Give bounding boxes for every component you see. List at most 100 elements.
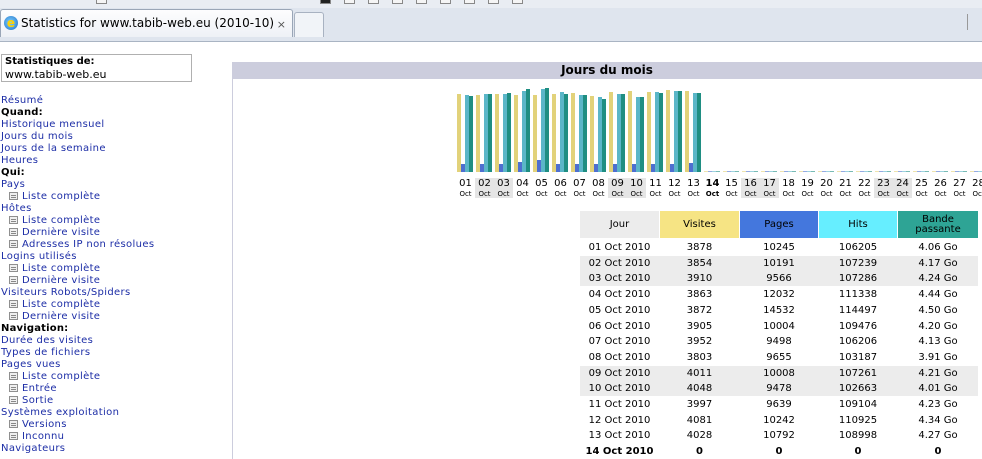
sidebar-item[interactable]: Versions [1, 419, 221, 431]
sidebar-item[interactable]: Inconnu [1, 431, 221, 443]
cell-jour: 07 Oct 2010 [588, 336, 651, 348]
sidebar-item[interactable]: Logins utilisés [1, 251, 221, 263]
browser-tab[interactable]: e Statistics for www.tabib-web.eu (2010-… [0, 9, 293, 37]
cell-pages: 10008 [763, 367, 795, 379]
sidebar-item-label: Logins utilisés [1, 251, 77, 262]
toolbar-strip [0, 0, 982, 8]
cell-visites: 4011 [686, 367, 713, 379]
sidebar-item-label: Liste complète [22, 215, 101, 226]
table-row: 10 Oct 2010 4048 9478 102663 4.01 Go [580, 381, 978, 397]
sidebar-item[interactable]: Dernière visite [1, 227, 221, 239]
cell-visites: 3905 [686, 320, 713, 332]
cell-bande: 4.13 Go [918, 336, 958, 348]
cell-visites: 3878 [686, 242, 713, 253]
sidebar-item[interactable]: Entrée [1, 383, 221, 395]
sidebar-item-label: Liste complète [22, 191, 101, 202]
sidebar-item-label: Dernière visite [22, 275, 101, 286]
sidebar-item[interactable]: Liste complète [1, 371, 221, 383]
sidebar-item[interactable]: Pays [1, 179, 221, 191]
sidebar-item-label: Dernière visite [22, 227, 101, 238]
header-bande: Bande passante [898, 211, 978, 238]
list-page-icon [9, 384, 18, 392]
sidebar-item[interactable]: Dernière visite [1, 275, 221, 287]
sidebar-item-label: Entrée [22, 383, 57, 394]
sidebar-item[interactable]: Hôtes [1, 203, 221, 215]
list-page-icon [9, 312, 18, 320]
cell-pages: 10191 [763, 257, 795, 269]
header-jour: Jour [580, 211, 659, 238]
cell-bande: 4.21 Go [918, 367, 958, 379]
tab-close-icon[interactable]: × [277, 11, 286, 38]
sidebar-item[interactable]: Résumé [1, 95, 221, 107]
header-visites: Visites [660, 211, 739, 238]
cell-pages: 9639 [766, 399, 792, 410]
sidebar-item[interactable]: Navigateurs [1, 443, 221, 455]
cell-jour: 01 Oct 2010 [588, 242, 651, 253]
sidebar-item-label: Hôtes [1, 203, 32, 214]
cell-visites: 4081 [686, 414, 713, 426]
browser-chrome: e Statistics for www.tabib-web.eu (2010-… [0, 0, 982, 42]
sidebar-item[interactable]: Dernière visite [1, 311, 221, 323]
cell-pages: 12032 [763, 289, 795, 301]
cell-pages: 9478 [766, 383, 792, 395]
cell-bande: 4.44 Go [918, 289, 958, 301]
sidebar-item[interactable]: Liste complète [1, 191, 221, 203]
table-row: 03 Oct 2010 3910 9566 107286 4.24 Go [580, 271, 978, 287]
toolbar-button[interactable] [440, 0, 451, 4]
sidebar-item-label: Liste complète [22, 299, 101, 310]
cell-pages: 9655 [766, 351, 792, 363]
cell-jour: 06 Oct 2010 [588, 320, 651, 332]
sidebar-item[interactable]: Liste complète [1, 215, 221, 227]
toolbar-button[interactable] [464, 0, 475, 4]
cell-bande: 4.34 Go [918, 414, 958, 426]
toolbar-button[interactable] [320, 0, 331, 4]
cell-bande: 4.23 Go [918, 399, 958, 410]
sidebar-item[interactable]: Visiteurs Robots/Spiders [1, 287, 221, 299]
cell-hits: 106205 [838, 242, 878, 253]
sidebar-item[interactable]: Liste complète [1, 263, 221, 275]
cell-hits: 102663 [838, 383, 878, 395]
cell-visites: 3997 [686, 399, 713, 410]
sidebar-item-label: Historique mensuel [1, 119, 105, 130]
sidebar-item[interactable]: Jours du mois [1, 131, 221, 143]
sidebar-item-label: Systèmes exploitation [1, 407, 120, 418]
sidebar-item-label: Jours du mois [1, 131, 74, 142]
sidebar-item[interactable]: Systèmes exploitation [1, 407, 221, 419]
cell-pages: 10004 [763, 320, 795, 332]
sidebar-item[interactable]: Adresses IP non résolues [1, 239, 221, 251]
toolbar-button[interactable] [96, 0, 107, 4]
toolbar-button[interactable] [344, 0, 355, 4]
sidebar-item-label: Résumé [1, 95, 44, 106]
sidebar-item[interactable]: Jours de la semaine [1, 143, 221, 155]
sidebar-item-label: Inconnu [22, 431, 65, 442]
toolbar-button[interactable] [512, 0, 523, 4]
sidebar-item-label: Pays [1, 179, 26, 190]
cell-bande: 4.20 Go [918, 320, 958, 332]
sidebar-item[interactable]: Heures [1, 155, 221, 167]
sidebar-item[interactable]: Liste complète [1, 299, 221, 311]
sidebar-item-label: Navigateurs [1, 443, 66, 454]
new-tab-button[interactable] [294, 12, 324, 37]
toolbar-button[interactable] [392, 0, 403, 4]
cell-pages: 10792 [763, 430, 795, 442]
cell-pages: 14532 [763, 304, 795, 316]
table-row: 13 Oct 2010 4028 10792 108998 4.27 Go [580, 428, 978, 443]
cell-bande: 3.91 Go [918, 351, 958, 363]
table-row: 02 Oct 2010 3854 10191 107239 4.17 Go [580, 255, 978, 271]
sidebar-item[interactable]: Durée des visites [1, 335, 221, 347]
sidebar-item[interactable]: Sortie [1, 395, 221, 407]
toolbar-button[interactable] [488, 0, 499, 4]
toolbar-button[interactable] [416, 0, 427, 4]
toolbar-button[interactable] [368, 0, 379, 4]
sidebar-item-label: Liste complète [22, 371, 101, 382]
stats-site-box: Statistiques de: www.tabib-web.eu [1, 54, 192, 82]
cell-visites: 0 [696, 446, 703, 458]
cell-hits: 103187 [838, 351, 878, 363]
cell-bande: 0 [934, 446, 942, 458]
cell-hits: 110925 [838, 414, 878, 426]
cell-jour: 05 Oct 2010 [588, 304, 651, 316]
sidebar-item[interactable]: Pages vues [1, 359, 221, 371]
sidebar-item[interactable]: Types de fichiers [1, 347, 221, 359]
sidebar-item[interactable]: Historique mensuel [1, 119, 221, 131]
cell-jour: 12 Oct 2010 [588, 414, 651, 426]
